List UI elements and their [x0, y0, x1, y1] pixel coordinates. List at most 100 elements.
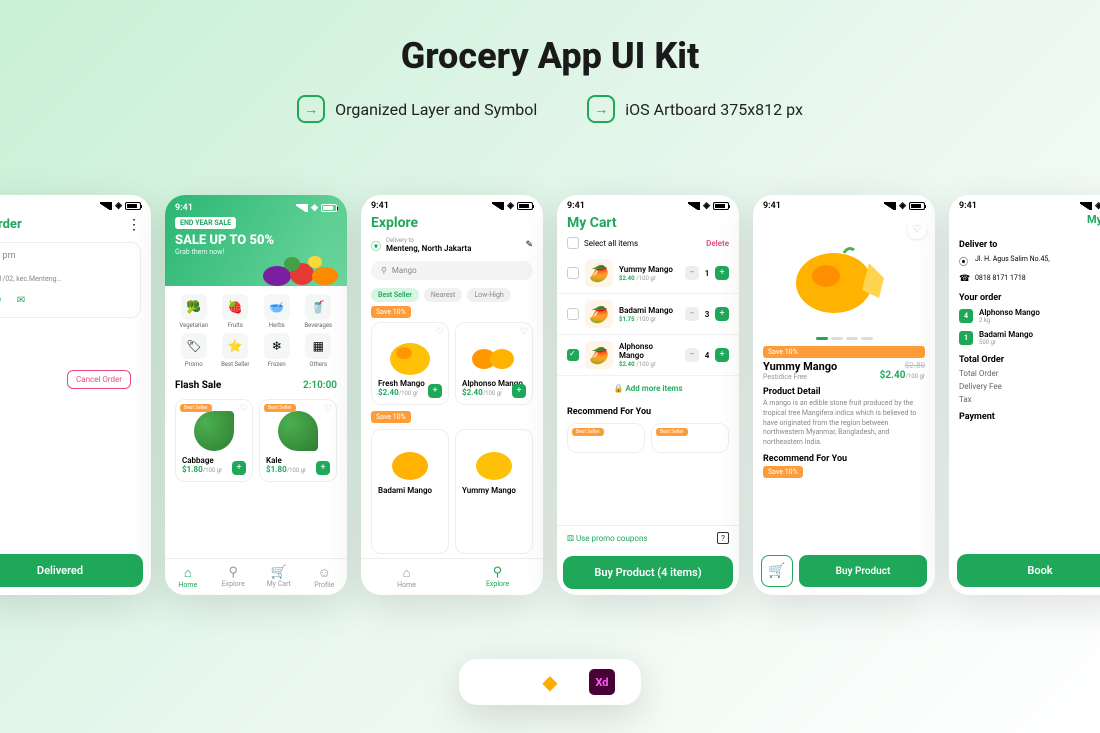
order-item: 4Alphonso Mango2 kg — [949, 305, 1100, 327]
phone-icon[interactable]: ✆ — [0, 291, 6, 309]
minus-button[interactable]: − — [685, 307, 699, 321]
product-unit: /100 gr — [483, 390, 502, 397]
qty-value: 4 — [703, 351, 711, 360]
hero-vegetables-image — [257, 236, 347, 286]
add-more-button[interactable]: 🔒 Add more items — [557, 376, 739, 401]
cat-others[interactable]: ▦Others — [300, 333, 338, 368]
item-price: $2.40 — [619, 275, 635, 282]
product-unit: /100 gr — [287, 467, 306, 474]
add-button[interactable]: + — [232, 461, 246, 475]
item-unit: /100 gr — [636, 275, 655, 282]
plus-button[interactable]: + — [715, 266, 729, 280]
heart-icon[interactable]: ♡ — [240, 404, 248, 414]
buy-button[interactable]: Buy Product (4 items) — [563, 556, 733, 589]
add-button[interactable]: + — [428, 384, 442, 398]
cart-title: My Cart — [557, 213, 739, 233]
battery-icon — [713, 202, 729, 210]
best-seller-badge: Best Seller — [572, 428, 604, 436]
cat-herbs[interactable]: 🥣Herbs — [258, 294, 296, 329]
search-input[interactable]: ⚲Mango — [371, 261, 533, 280]
add-button[interactable]: + — [316, 461, 330, 475]
screen-detail: 9:41◈ ♡ Save 10% Yummy MangoPestidice Fr… — [753, 195, 935, 595]
wifi-icon: ◈ — [899, 201, 906, 211]
plus-button[interactable]: + — [715, 307, 729, 321]
page-dot[interactable] — [861, 337, 873, 340]
more-icon[interactable]: ⋮ — [127, 217, 141, 233]
xd-icon: Xd — [589, 669, 615, 695]
product-name: Yummy Mango — [763, 360, 837, 373]
detail-heading: Product Detail — [753, 381, 935, 399]
screen-home: 9:41◈ END YEAR SALE SALE UP TO 50% Grab … — [165, 195, 347, 595]
arrow-right-icon: → — [587, 95, 615, 123]
delivered-button[interactable]: Delivered — [0, 554, 143, 587]
product-card[interactable]: Best Seller — [651, 423, 729, 453]
status-time: 9:41 — [371, 201, 389, 211]
tab-explore[interactable]: ⚲Explore — [452, 559, 543, 595]
cart-icon-button[interactable]: 🛒 — [761, 555, 793, 587]
plus-button[interactable]: + — [715, 348, 729, 362]
item-checkbox[interactable] — [567, 349, 579, 361]
minus-button[interactable]: − — [685, 266, 699, 280]
product-price: $2.40 — [462, 388, 483, 397]
buy-button[interactable]: Buy Product — [799, 555, 927, 587]
tab-home[interactable]: ⌂Home — [361, 559, 452, 595]
product-card-cabbage[interactable]: Best Seller ♡ Cabbage $1.80/100 gr + — [175, 399, 253, 482]
book-button[interactable]: Book — [957, 554, 1100, 587]
delivery-address: Menteng, North Jakarta — [386, 244, 471, 253]
select-all-checkbox[interactable] — [567, 237, 579, 249]
signal-icon — [100, 202, 112, 210]
tab-profile[interactable]: ☺Profile — [302, 559, 348, 595]
edit-icon[interactable]: ✎ — [525, 240, 533, 250]
cat-frozen[interactable]: ❄Frozen — [258, 333, 296, 368]
cat-fruits[interactable]: 🍓Fruits — [217, 294, 255, 329]
order-card: :40 pm 45 rt 01/02, kec.Menteng… ✆ ✉ — [0, 242, 141, 318]
product-card[interactable]: Badami Mango — [371, 429, 449, 554]
cat-promo[interactable]: 🏷Promo — [175, 333, 213, 368]
heart-icon[interactable]: ♡ — [324, 404, 332, 414]
save-tag: Save 10% — [371, 411, 411, 423]
cancel-order-button[interactable]: Cancel Order — [67, 370, 131, 389]
page-dot[interactable] — [846, 337, 858, 340]
mail-icon[interactable]: ✉ — [12, 291, 30, 309]
chip-bestseller[interactable]: Best Seller — [371, 288, 419, 302]
item-checkbox[interactable] — [567, 308, 579, 320]
product-name: Yummy Mango — [462, 486, 526, 495]
screen-explore: 9:41◈ Explore ⦿ Delivery toMenteng, Nort… — [361, 195, 543, 595]
signal-icon — [688, 202, 700, 210]
chip-nearest[interactable]: Nearest — [424, 288, 462, 302]
chip-lowhigh[interactable]: Low-High — [467, 288, 510, 302]
product-card[interactable]: Yummy Mango — [455, 429, 533, 554]
product-card[interactable]: ♡ Fresh Mango $2.40/100 gr + — [371, 322, 449, 405]
page-dot[interactable] — [816, 337, 828, 340]
item-name: Badami Mango — [619, 306, 679, 315]
heart-icon[interactable]: ♡ — [907, 219, 927, 239]
signal-icon — [884, 202, 896, 210]
help-icon[interactable]: ? — [717, 532, 729, 544]
minus-button[interactable]: − — [685, 348, 699, 362]
battery-icon — [517, 202, 533, 210]
add-button[interactable]: + — [512, 384, 526, 398]
page-dot[interactable] — [831, 337, 843, 340]
tab-cart[interactable]: 🛒My Cart — [256, 559, 302, 595]
profile-icon: ☺ — [302, 565, 348, 581]
cat-bestseller[interactable]: ⭐Best Seller — [217, 333, 255, 368]
heart-icon[interactable]: ♡ — [436, 327, 444, 337]
status-time: 9:41 — [763, 201, 781, 211]
product-card-kale[interactable]: Best Seller ♡ Kale $1.80/100 gr + — [259, 399, 337, 482]
cat-beverages[interactable]: 🥤Beverages — [300, 294, 338, 329]
item-name: Yummy Mango — [619, 265, 679, 274]
tab-explore[interactable]: ⚲Explore — [211, 559, 257, 595]
product-card[interactable]: Best Seller — [567, 423, 645, 453]
item-unit: /100 gr — [636, 316, 655, 323]
heart-icon[interactable]: ♡ — [520, 327, 528, 337]
promo-row[interactable]: ⚄ Use promo coupons? — [557, 525, 739, 550]
kale-image — [266, 406, 330, 456]
pin-icon: ⦿ — [371, 238, 381, 253]
item-checkbox[interactable] — [567, 267, 579, 279]
cat-vegetarian[interactable]: 🥦Vegetarian — [175, 294, 213, 329]
delete-button[interactable]: Delete — [706, 239, 729, 248]
order-item: 1Badami Mango500 gr — [949, 327, 1100, 349]
order-qty: 1 — [959, 331, 973, 345]
tab-home[interactable]: ⌂Home — [165, 559, 211, 595]
product-card[interactable]: ♡ Alphonso Mango $2.40/100 gr + — [455, 322, 533, 405]
